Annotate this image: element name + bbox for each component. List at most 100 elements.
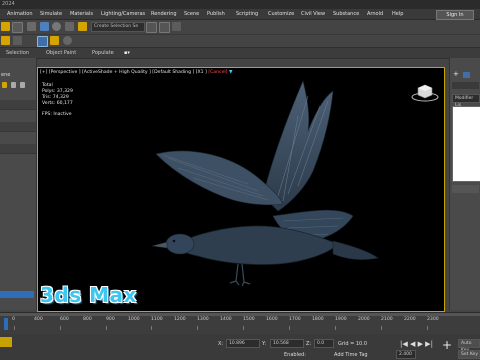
timeline-tick-label: 1600 [266, 317, 278, 322]
object-name-field[interactable] [452, 82, 479, 89]
timeline-tick-label: 0 [12, 317, 15, 322]
filter-icon[interactable] [20, 82, 25, 88]
sign-in-button[interactable]: Sign In [436, 10, 474, 20]
menu-substance[interactable]: Substance [333, 11, 359, 17]
ribbon-bar: Selection Object Paint Populate ▪▾ [0, 47, 480, 59]
selected-object-row[interactable] [0, 291, 34, 298]
schematic-view-icon[interactable] [13, 36, 22, 45]
x-coordinate-field[interactable]: 10.896 [226, 339, 260, 348]
scene-explorer-label: ene [1, 72, 11, 78]
render-frame-icon[interactable] [63, 36, 72, 45]
timeline-tick [14, 326, 15, 330]
stats-verts: Verts: 60,177 [42, 101, 73, 106]
ribbon-tab-populate[interactable]: Populate [92, 50, 114, 56]
timeline-tick [151, 326, 152, 330]
curve-editor-icon[interactable] [1, 36, 10, 45]
z-coordinate-field[interactable]: 0.0 [314, 339, 334, 348]
ribbon-tab-object-paint[interactable]: Object Paint [46, 50, 76, 56]
material-editor-icon[interactable] [37, 36, 48, 47]
timeline-tick [60, 326, 61, 330]
crow-model[interactable] [138, 76, 408, 291]
grid-size-label: Grid = 10.0 [338, 341, 367, 347]
render-setup-icon[interactable] [50, 36, 59, 45]
timeline-tick-label: 1700 [289, 317, 301, 322]
menu-civil-view[interactable]: Civil View [301, 11, 325, 17]
scene-explorer-panel: ene [0, 58, 37, 310]
timeline-tick-label: 1100 [151, 317, 163, 322]
timeline-tick-label: 1200 [174, 317, 186, 322]
viewport-label[interactable]: [+] [Perspective ] [ActiveShade + High Q… [40, 70, 232, 75]
timeline-tick [197, 326, 198, 330]
auto-key-button[interactable]: Auto Key [458, 339, 480, 353]
timeline-tick [427, 326, 428, 330]
create-tab-icon[interactable]: + [453, 70, 459, 78]
time-slider[interactable] [0, 313, 480, 316]
layer-explorer-icon[interactable] [172, 22, 181, 31]
undo-icon[interactable] [1, 22, 10, 31]
viewport-menu-label[interactable]: [+] [Perspective ] [ActiveShade + High Q… [40, 70, 207, 75]
menu-scene[interactable]: Scene [184, 11, 199, 17]
add-time-tag-button[interactable]: Add Time Tag [334, 352, 368, 358]
modify-tab-icon[interactable] [463, 72, 470, 78]
secondary-toolbar [0, 35, 480, 47]
timeline[interactable]: 0 400 600 800 900 1000 1100 1200 1300 14… [0, 312, 480, 335]
play-animation-icon[interactable]: |◀ ◀ ▶ ▶| [400, 340, 433, 348]
time-tag-enabled-label: Enabled: [284, 352, 306, 358]
move-icon[interactable] [40, 22, 49, 31]
timeline-tick [289, 326, 290, 330]
main-toolbar: Create Selection Se [0, 20, 480, 35]
menu-lighting-cameras[interactable]: Lighting/Cameras [101, 11, 145, 17]
rotate-icon[interactable] [52, 22, 61, 31]
watermark-logo: 3ds Max [40, 283, 137, 307]
timeline-tick-label: 2000 [358, 317, 370, 322]
select-object-icon[interactable] [27, 22, 36, 31]
timeline-tick [381, 326, 382, 330]
menu-scripting[interactable]: Scripting [236, 11, 258, 17]
link-icon[interactable] [12, 22, 23, 33]
window-title: 2024 [2, 1, 15, 7]
maxscript-listener-icon[interactable] [0, 337, 12, 347]
y-coordinate-field[interactable]: 10.568 [270, 339, 304, 348]
cancel-render-button[interactable]: [Cancel] [208, 70, 227, 75]
scale-icon[interactable] [65, 22, 74, 31]
time-slider-handle[interactable] [4, 318, 8, 330]
set-key-button[interactable]: Set Key [458, 350, 480, 359]
modifier-list-dropdown[interactable]: Modifier Lis [452, 94, 480, 108]
stack-controls[interactable] [452, 185, 479, 193]
menu-help[interactable]: Help [392, 11, 403, 17]
viewport-statistics: Total Polys: 37,329 Tris: 74,329 Verts: … [42, 83, 73, 118]
menu-publish[interactable]: Publish [207, 11, 225, 17]
filter-icon[interactable]: ▼ [229, 70, 233, 75]
align-icon[interactable] [159, 22, 170, 33]
timeline-tick-label: 800 [83, 317, 92, 322]
timeline-tick-label: 2300 [427, 317, 439, 322]
timeline-tick-label: 1900 [335, 317, 347, 322]
timeline-tick-label: 2100 [381, 317, 393, 322]
filter-icon[interactable] [2, 82, 7, 88]
menu-animation[interactable]: Animation [7, 11, 33, 17]
filter-icon[interactable] [11, 82, 16, 88]
current-frame-field[interactable]: 2.400 [396, 350, 416, 359]
ribbon-options-icon[interactable]: ▪▾ [124, 50, 130, 56]
menu-arnold[interactable]: Arnold [367, 11, 383, 17]
menu-customize[interactable]: Customize [268, 11, 294, 17]
menu-rendering[interactable]: Rendering [151, 11, 177, 17]
list-item[interactable] [0, 122, 36, 132]
timeline-tick-label: 1800 [312, 317, 324, 322]
menu-simulate[interactable]: Simulate [40, 11, 62, 17]
modifier-stack[interactable] [452, 106, 480, 182]
z-label: Z: [306, 341, 312, 347]
mirror-icon[interactable] [146, 22, 157, 33]
timeline-tick-label: 1000 [128, 317, 140, 322]
add-key-icon[interactable]: + [442, 338, 452, 352]
list-item[interactable] [0, 100, 36, 110]
selection-set-dropdown[interactable]: Create Selection Se [91, 22, 145, 32]
menu-materials[interactable]: Materials [70, 11, 93, 17]
viewcube-icon[interactable] [410, 80, 440, 104]
command-panel: + Modifier Lis [449, 58, 480, 310]
snap-toggle-icon[interactable] [78, 22, 87, 31]
perspective-viewport[interactable]: [+] [Perspective ] [ActiveShade + High Q… [37, 67, 445, 312]
list-item[interactable] [0, 144, 36, 154]
ribbon-tab-selection[interactable]: Selection [6, 50, 29, 56]
timeline-tick-label: 1400 [220, 317, 232, 322]
